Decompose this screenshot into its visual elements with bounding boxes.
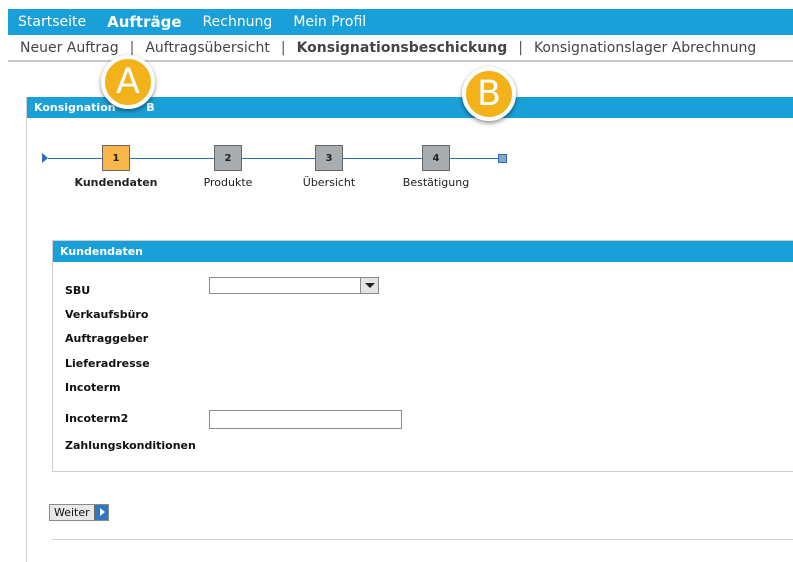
step-1-label: Kundendaten <box>74 176 158 189</box>
nav-item-auftraege[interactable]: Aufträge <box>107 13 181 31</box>
verkaufsbuero-label: Verkaufsbüro <box>65 308 149 321</box>
zahlungskonditionen-label: Zahlungskonditionen <box>65 439 196 452</box>
nav-item-mein-profil[interactable]: Mein Profil <box>293 14 366 30</box>
sbu-label: SBU <box>65 284 91 297</box>
bottom-divider <box>52 539 793 540</box>
step-3-label: Übersicht <box>302 176 356 189</box>
subnav-separator: | <box>129 40 135 56</box>
nav-item-rechnung[interactable]: Rechnung <box>203 14 273 30</box>
step-3-box[interactable]: 3 <box>315 145 343 171</box>
subnav-item-konsignationslager-abrechnung[interactable]: Konsignationslager Abrechnung <box>534 40 756 56</box>
step-2-box[interactable]: 2 <box>214 145 242 171</box>
customer-data-panel: Kundendaten SBU Verkaufsbüro Auftraggebe… <box>52 240 793 472</box>
incoterm2-input[interactable] <box>209 410 402 429</box>
arrow-right-icon <box>93 505 108 520</box>
next-button[interactable]: Weiter <box>49 504 109 521</box>
step-4-box[interactable]: 4 <box>422 145 450 171</box>
step-4-label: Bestätigung <box>402 176 470 189</box>
stepper-start-arrow-icon <box>42 153 48 163</box>
next-button-label: Weiter <box>54 506 90 519</box>
sbu-select[interactable] <box>209 277 379 294</box>
subnav-separator: | <box>518 40 523 56</box>
step-2-label: Produkte <box>203 176 253 189</box>
main-content: Konsignation B 1 2 3 4 Kundendaten Produ… <box>26 97 793 562</box>
incoterm2-label: Incoterm2 <box>65 412 129 425</box>
stepper-end-square-icon <box>498 154 507 163</box>
lieferadresse-label: Lieferadresse <box>65 357 150 370</box>
subnav-separator: | <box>280 40 286 56</box>
chevron-down-icon[interactable] <box>360 278 378 293</box>
callout-badge-a: A <box>101 55 155 109</box>
customer-data-panel-title: Kundendaten <box>53 241 793 262</box>
incoterm-label: Incoterm <box>65 381 121 394</box>
subnav-item-konsignationsbeschickung[interactable]: Konsignationsbeschickung <box>297 40 508 56</box>
nav-item-startseite[interactable]: Startseite <box>18 14 86 30</box>
auftraggeber-label: Auftraggeber <box>65 332 149 345</box>
subnav-item-auftragsuebersicht[interactable]: Auftragsübersicht <box>145 40 270 56</box>
wizard-stepper: 1 2 3 4 Kundendaten Produkte Übersicht B… <box>42 145 512 205</box>
step-1-box[interactable]: 1 <box>102 145 130 171</box>
callout-badge-b: B <box>462 67 516 121</box>
top-navigation: Startseite Aufträge Rechnung Mein Profil <box>8 9 793 35</box>
subnav-item-neuer-auftrag[interactable]: Neuer Auftrag <box>20 40 119 56</box>
